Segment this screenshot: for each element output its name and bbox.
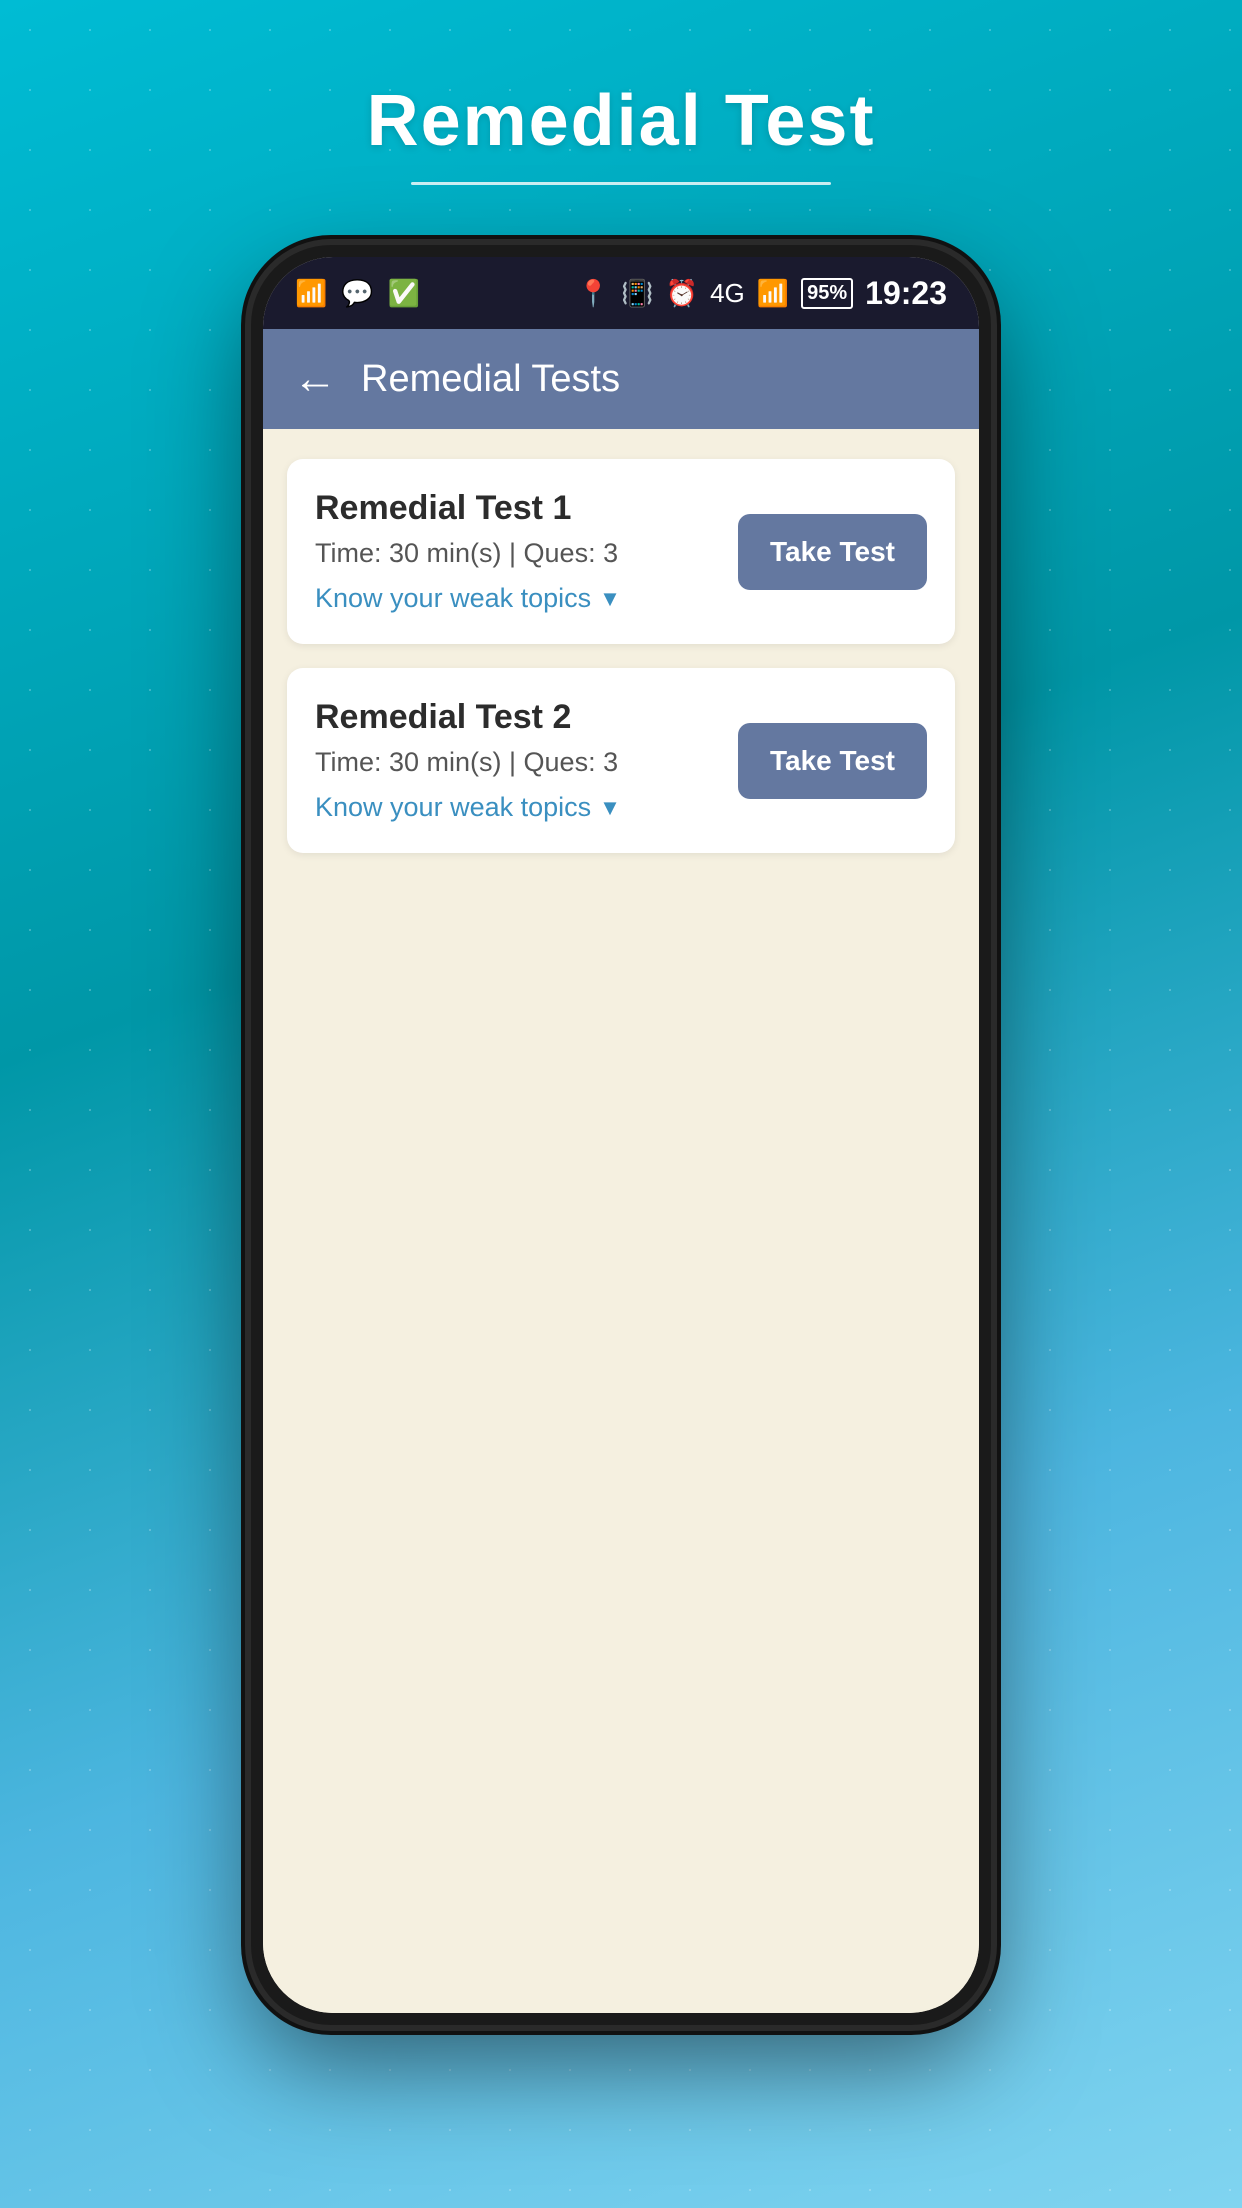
checkmark-icon: ✅ [388, 278, 420, 309]
status-icons-left: 📶 💬 ✅ [295, 278, 420, 309]
test-card-2: Remedial Test 2 Time: 30 min(s) | Ques: … [287, 668, 955, 853]
test-info-1: Remedial Test 1 Time: 30 min(s) | Ques: … [315, 489, 738, 614]
app-header-title: Remedial Tests [361, 358, 620, 401]
wifi-icon: 📶 [295, 278, 327, 309]
page-title: Remedial Test [367, 80, 876, 162]
phone-frame: 📶 💬 ✅ 📍 📳 ⏰ 4G 📶 95% 19:23 ← Remedial Te… [251, 245, 991, 2025]
phone-screen: 📶 💬 ✅ 📍 📳 ⏰ 4G 📶 95% 19:23 ← Remedial Te… [263, 257, 979, 2013]
weak-topics-link-1[interactable]: Know your weak topics ▼ [315, 583, 738, 614]
status-icons-right: 📍 📳 ⏰ 4G 📶 95% 19:23 [577, 275, 947, 312]
take-test-button-1[interactable]: Take Test [738, 514, 927, 590]
page-header: Remedial Test [0, 0, 1242, 225]
dropdown-arrow-2: ▼ [599, 795, 621, 821]
test-name-1: Remedial Test 1 [315, 489, 738, 528]
notification-icon: 💬 [341, 278, 373, 309]
battery-indicator: 95% [801, 278, 853, 309]
alarm-icon: ⏰ [666, 278, 698, 309]
weak-topics-link-2[interactable]: Know your weak topics ▼ [315, 792, 738, 823]
dropdown-arrow-1: ▼ [599, 586, 621, 612]
weak-topics-label-2: Know your weak topics [315, 792, 591, 823]
test-card-1: Remedial Test 1 Time: 30 min(s) | Ques: … [287, 459, 955, 644]
location-icon: 📍 [577, 278, 609, 309]
title-underline [411, 182, 831, 185]
test-info-2: Remedial Test 2 Time: 30 min(s) | Ques: … [315, 698, 738, 823]
test-name-2: Remedial Test 2 [315, 698, 738, 737]
time-display: 19:23 [865, 275, 947, 312]
back-button[interactable]: ← [293, 354, 337, 404]
take-test-button-2[interactable]: Take Test [738, 723, 927, 799]
signal-icon: 📶 [757, 278, 789, 309]
network-label: 4G [710, 278, 745, 309]
test-meta-2: Time: 30 min(s) | Ques: 3 [315, 747, 738, 778]
test-meta-1: Time: 30 min(s) | Ques: 3 [315, 538, 738, 569]
vibrate-icon: 📳 [621, 278, 653, 309]
status-bar: 📶 💬 ✅ 📍 📳 ⏰ 4G 📶 95% 19:23 [263, 257, 979, 329]
weak-topics-label-1: Know your weak topics [315, 583, 591, 614]
content-area: Remedial Test 1 Time: 30 min(s) | Ques: … [263, 429, 979, 2013]
app-header: ← Remedial Tests [263, 329, 979, 429]
